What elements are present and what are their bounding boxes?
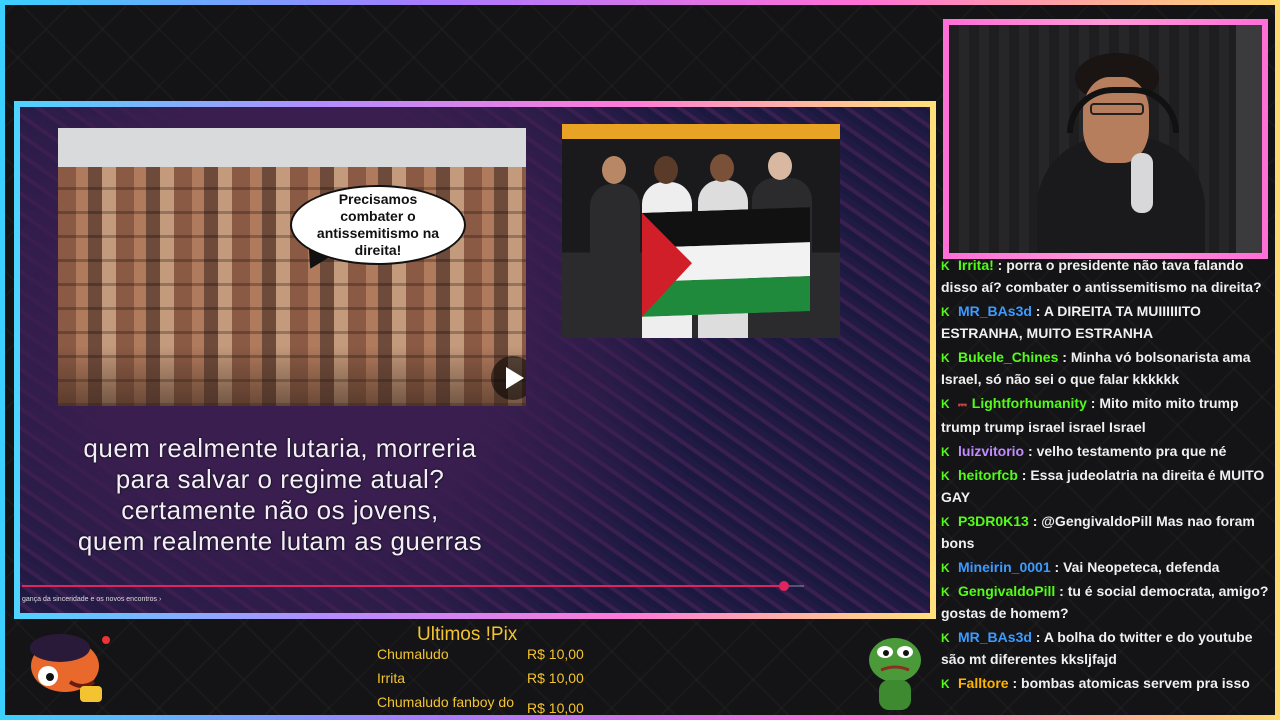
chat-username[interactable]: Falltore bbox=[958, 675, 1009, 691]
chat-username[interactable]: Irrita! bbox=[958, 257, 994, 273]
video-title[interactable]: gança da sinceridade e os novos encontro… bbox=[22, 596, 161, 603]
pix-donor: Chumaludo bbox=[377, 646, 449, 662]
kick-badge-icon: K bbox=[941, 259, 950, 273]
chat-username[interactable]: luizvitorio bbox=[958, 443, 1024, 459]
chat-message: K P3DR0K13 : @GengivaldoPill Mas nao fora… bbox=[941, 509, 1273, 555]
pix-row: Irrita R$ 10,00 bbox=[377, 670, 597, 694]
pix-donor: Irrita bbox=[377, 670, 405, 686]
person-head bbox=[710, 154, 734, 182]
webcam-feed bbox=[949, 25, 1262, 253]
video-title-text: gança da sinceridade e os novos encontro… bbox=[22, 596, 158, 603]
chat-separator: : bbox=[1028, 513, 1042, 529]
kick-badge-icon: K bbox=[941, 445, 950, 459]
chat-separator: : bbox=[1031, 629, 1044, 645]
chat-username[interactable]: P3DR0K13 bbox=[958, 513, 1029, 529]
chat-message: K MR_BAs3d : A bolha do twitter e do yout… bbox=[941, 625, 1273, 671]
play-icon bbox=[506, 367, 524, 389]
video-progress-handle[interactable] bbox=[779, 581, 790, 591]
favela-photo: Precisamos combater o antissemitismo na … bbox=[58, 128, 526, 406]
pix-amount: R$ 10,00 bbox=[527, 670, 584, 686]
video-progress-fill bbox=[22, 585, 785, 587]
pix-list: Chumaludo R$ 10,00 Irrita R$ 10,00 Chuma… bbox=[377, 646, 597, 718]
glasses bbox=[1090, 103, 1144, 115]
bookshelf bbox=[1236, 25, 1262, 253]
flag-photo bbox=[562, 124, 840, 338]
kick-badge-icon: K bbox=[941, 515, 950, 529]
chat-panel: K Irrita! : porra o presidente não tava f… bbox=[941, 253, 1273, 715]
kick-badge-icon: K bbox=[941, 561, 950, 575]
chat-separator: : bbox=[1031, 303, 1044, 319]
chat-username[interactable]: heitorfcb bbox=[958, 467, 1018, 483]
video-progress-bar[interactable] bbox=[22, 581, 804, 591]
chat-separator: : bbox=[1086, 395, 1100, 411]
chat-username[interactable]: Mineirin_0001 bbox=[958, 559, 1051, 575]
kick-badge-icon: K bbox=[941, 677, 950, 691]
kick-badge-icon: K bbox=[941, 631, 950, 645]
chat-username[interactable]: GengivaldoPill bbox=[958, 583, 1055, 599]
chat-username[interactable]: Lightforhumanity bbox=[972, 395, 1087, 411]
chat-separator: : bbox=[1017, 467, 1031, 483]
pix-row: Chumaludo fanboy do R$ 10,00 bbox=[377, 694, 597, 718]
microphone bbox=[1131, 153, 1153, 213]
kick-badge-icon: K bbox=[941, 585, 950, 599]
kick-badge-icon: K bbox=[941, 351, 950, 365]
kick-badge-icon: K bbox=[941, 469, 950, 483]
chevron-right-icon: › bbox=[159, 596, 162, 603]
person-head bbox=[654, 156, 678, 184]
chat-separator: : bbox=[1008, 675, 1022, 691]
video-caption: quem realmente lutaria, morreria para sa… bbox=[20, 433, 540, 557]
chat-text: Vai Neopeteca, defenda bbox=[1063, 559, 1220, 575]
person-head bbox=[768, 152, 792, 180]
chat-separator: : bbox=[993, 257, 1007, 273]
chat-separator: : bbox=[1050, 559, 1064, 575]
palestine-flag bbox=[642, 207, 810, 317]
pepe-frog-icon bbox=[869, 638, 921, 710]
chat-username[interactable]: MR_BAs3d bbox=[958, 303, 1032, 319]
kick-badge-icon: K bbox=[941, 305, 950, 319]
video-player[interactable]: Precisamos combater o antissemitismo na … bbox=[20, 107, 930, 613]
caption-line: quem realmente lutaria, morreria bbox=[83, 433, 477, 463]
chat-username[interactable]: Bukele_Chines bbox=[958, 349, 1058, 365]
chat-message: K Irrita! : porra o presidente não tava f… bbox=[941, 253, 1273, 299]
person-head bbox=[602, 156, 626, 184]
chat-text: velho testamento pra que né bbox=[1036, 443, 1227, 459]
mascot-left-icon bbox=[30, 634, 110, 702]
chat-separator: : bbox=[1024, 443, 1037, 459]
chat-message: K ⎓ Lightforhumanity : Mito mito mito trum… bbox=[941, 391, 1273, 439]
chat-message: K GengivaldoPill : tu é social democrata,… bbox=[941, 579, 1273, 625]
chat-text: bombas atomicas servem pra isso bbox=[1021, 675, 1250, 691]
chat-separator: : bbox=[1055, 583, 1068, 599]
chat-message: K Mineirin_0001 : Vai Neopeteca, defenda bbox=[941, 555, 1273, 579]
pix-amount: R$ 10,00 bbox=[527, 700, 584, 716]
user-emote-icon: ⎓ bbox=[958, 399, 967, 411]
chat-username[interactable]: MR_BAs3d bbox=[958, 629, 1032, 645]
kick-badge-icon: K bbox=[941, 397, 950, 411]
caption-line: para salvar o regime atual? bbox=[115, 464, 445, 494]
pix-donor: Chumaludo fanboy do bbox=[377, 694, 514, 710]
pix-amount: R$ 10,00 bbox=[527, 646, 584, 662]
chat-message: Kheitorfcb : Essa judeolatria na direita… bbox=[941, 463, 1273, 509]
pix-row: Chumaludo R$ 10,00 bbox=[377, 646, 597, 670]
caption-line: certamente não os jovens, bbox=[121, 495, 439, 525]
person bbox=[590, 184, 640, 338]
chat-message: Kluizvitorio : velho testamento pra que … bbox=[941, 439, 1273, 463]
caption-line: quem realmente lutam as guerras bbox=[77, 526, 483, 556]
chat-separator: : bbox=[1058, 349, 1071, 365]
chat-message: K MR_BAs3d : A DIREITA TA MUIIIIIITO ESTR… bbox=[941, 299, 1273, 345]
chat-message: K Falltore : bombas atomicas servem pra i… bbox=[941, 671, 1273, 695]
pix-title: Ultimos !Pix bbox=[417, 624, 518, 645]
chat-message: K Bukele_Chines : Minha vó bolsonarista a… bbox=[941, 345, 1273, 391]
photo-shade bbox=[58, 346, 526, 406]
